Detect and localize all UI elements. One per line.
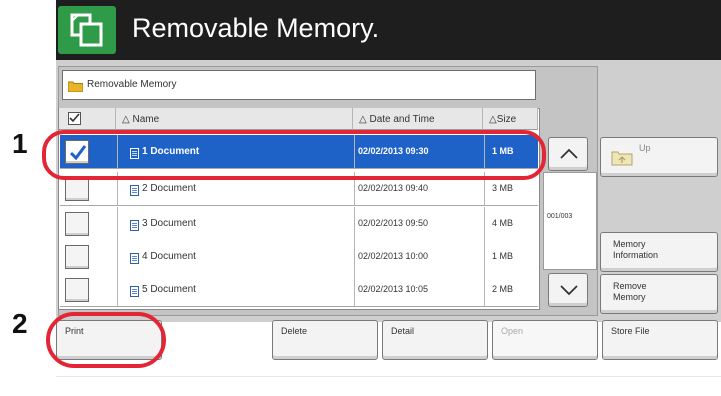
column-separator	[354, 207, 355, 240]
memory-information-label: Memory Information	[613, 239, 659, 260]
column-separator	[354, 273, 355, 306]
column-header-size[interactable]: △Size	[483, 108, 538, 130]
column-header-date[interactable]: △ Date and Time	[353, 108, 483, 130]
row-checkbox[interactable]	[65, 278, 89, 302]
divider	[56, 376, 721, 377]
row-checkbox[interactable]	[65, 177, 89, 201]
table-row[interactable]: 4 Document 02/02/2013 10:00 1 MB	[60, 240, 538, 274]
document-icon	[130, 284, 139, 302]
remove-memory-label: Remove Memory	[613, 281, 647, 302]
copy-pages-icon	[70, 13, 103, 47]
row-checkbox[interactable]	[65, 212, 89, 236]
column-separator	[354, 240, 355, 273]
callout-number-1: 1	[12, 128, 28, 159]
table-row[interactable]: 5 Document 02/02/2013 10:05 2 MB	[60, 273, 538, 307]
store-file-button[interactable]: Store File	[602, 320, 718, 360]
file-date: 02/02/2013 09:50	[358, 218, 429, 228]
row-checkbox[interactable]	[65, 245, 89, 269]
callout-ring-print	[46, 312, 166, 368]
remove-memory-button[interactable]: Remove Memory	[600, 274, 718, 314]
app-icon-box	[58, 6, 116, 54]
table-row[interactable]: 3 Document 02/02/2013 09:50 4 MB	[60, 207, 538, 241]
column-header-name[interactable]: △ Name	[116, 108, 353, 130]
column-separator	[484, 207, 485, 240]
page-count: 001/003	[547, 213, 573, 220]
file-name: 4 Document	[142, 251, 196, 262]
column-size-label: △Size	[489, 114, 517, 125]
file-size: 2 MB	[492, 284, 514, 294]
file-name: 2 Document	[142, 183, 196, 194]
column-date-label: △ Date and Time	[359, 114, 435, 125]
file-date: 02/02/2013 09:40	[358, 183, 429, 193]
breadcrumb: Removable Memory	[62, 70, 536, 100]
column-separator	[117, 273, 118, 306]
scroll-up-button[interactable]	[548, 137, 588, 171]
page-indicator	[543, 172, 597, 270]
callout-ring-row	[42, 130, 546, 180]
up-button-label: Up	[639, 143, 651, 153]
chevron-up-icon	[560, 148, 578, 159]
file-size: 4 MB	[492, 218, 514, 228]
store-file-label: Store File	[611, 326, 650, 336]
detail-button[interactable]: Detail	[382, 320, 488, 360]
callout-number-2: 2	[12, 308, 28, 339]
checkmark-icon	[69, 113, 80, 123]
column-separator	[484, 273, 485, 306]
detail-label: Detail	[391, 326, 415, 336]
file-date: 02/02/2013 10:00	[358, 251, 429, 261]
scroll-down-button[interactable]	[548, 273, 588, 307]
column-separator	[484, 240, 485, 273]
up-button[interactable]: Up	[600, 137, 718, 177]
column-separator	[117, 240, 118, 273]
page-title: Removable Memory.	[132, 13, 380, 43]
breadcrumb-label: Removable Memory	[87, 79, 177, 90]
document-icon	[130, 218, 139, 236]
open-label: Open	[501, 326, 524, 336]
file-size: 3 MB	[492, 183, 514, 193]
memory-information-button[interactable]: Memory Information	[600, 232, 718, 272]
folder-icon	[68, 81, 83, 92]
chevron-down-icon	[560, 285, 578, 296]
folder-up-icon	[611, 151, 633, 166]
document-icon	[130, 251, 139, 269]
file-name: 3 Document	[142, 218, 196, 229]
select-all-checkbox[interactable]	[68, 112, 81, 125]
file-size: 1 MB	[492, 251, 514, 261]
open-button[interactable]: Open	[492, 320, 598, 360]
column-name-label: △ Name	[122, 114, 160, 125]
file-name: 5 Document	[142, 284, 196, 295]
file-date: 02/02/2013 10:05	[358, 284, 429, 294]
column-separator	[117, 207, 118, 240]
delete-button[interactable]: Delete	[272, 320, 378, 360]
document-icon	[130, 183, 139, 201]
delete-label: Delete	[281, 326, 308, 336]
